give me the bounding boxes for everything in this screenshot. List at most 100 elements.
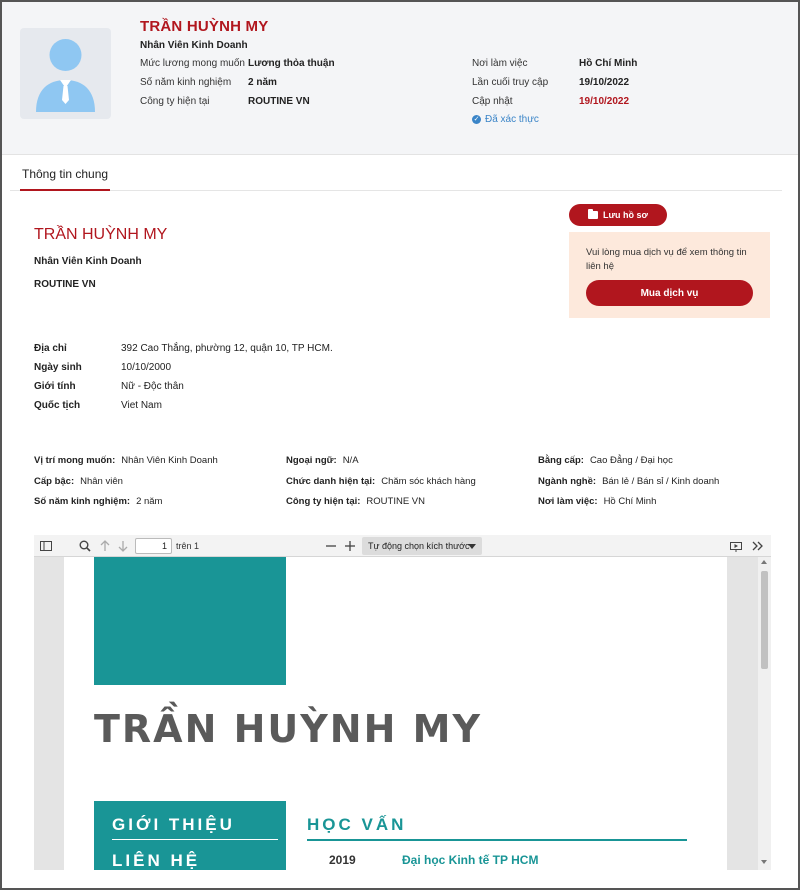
detail-degree: Bằng cấp: Cao Đẳng / Đại học [538, 455, 673, 466]
header-field-salary: Mức lương mong muốn [140, 58, 245, 69]
avatar [20, 28, 111, 119]
detail-label: Ngoại ngữ: [286, 455, 337, 466]
info-value: Nữ - Độc thân [121, 381, 184, 392]
detail-value: Nhân Viên Kinh Doanh [121, 455, 218, 466]
page-count-label: trên 1 [176, 541, 200, 551]
notice-text: Vui lòng mua dịch vụ để xem thông tin li… [586, 247, 747, 272]
cv-about-heading: GIỚI THIỆU [112, 815, 235, 834]
page-number-input[interactable]: 1 [135, 538, 172, 554]
pdf-page: TRẦN HUỲNH MY GIỚI THIỆU LIÊN HỆ HỌC VẤN… [64, 557, 727, 870]
pdf-toolbar: 1 trên 1 Tự động chọn kích thước [34, 535, 771, 557]
divider [307, 839, 687, 841]
profile-job-title: Nhân Viên Kinh Doanh [34, 256, 142, 267]
detail-value: Chăm sóc khách hàng [381, 476, 476, 487]
header-name: TRẦN HUỲNH MY [140, 18, 269, 35]
chevron-down-icon [468, 544, 476, 549]
cv-contact-heading: LIÊN HỆ [112, 851, 201, 870]
check-circle-icon: ✓ [472, 115, 481, 124]
detail-current-title: Chức danh hiện tại: Chăm sóc khách hàng [286, 476, 476, 487]
detail-label: Bằng cấp: [538, 455, 584, 466]
detail-label: Chức danh hiện tại: [286, 476, 376, 487]
info-label: Ngày sinh [34, 362, 82, 373]
cv-education-heading: HỌC VẤN [307, 815, 407, 834]
detail-work-location: Nơi làm việc: Hồ Chí Minh [538, 496, 656, 507]
minus-icon[interactable] [324, 538, 338, 554]
sidebar-toggle-icon[interactable] [38, 538, 54, 554]
arrow-up-icon[interactable] [98, 538, 112, 554]
field-value: 2 năm [248, 77, 277, 88]
buy-service-button[interactable]: Mua dịch vụ [586, 280, 753, 306]
field-value: Lương thỏa thuận [248, 58, 335, 69]
verified-badge: ✓ Đã xác thực [472, 114, 539, 125]
cv-sidebar: GIỚI THIỆU LIÊN HỆ [94, 801, 286, 870]
field-value: ROUTINE VN [248, 96, 310, 107]
detail-industry: Ngành nghề: Bán lẻ / Bán sỉ / Kinh doanh [538, 476, 719, 487]
detail-label: Công ty hiện tại: [286, 496, 361, 507]
field-value-updated: 19/10/2022 [579, 96, 630, 107]
detail-label: Nơi làm việc: [538, 496, 598, 507]
presentation-icon[interactable] [728, 538, 744, 554]
info-value: 392 Cao Thắng, phường 12, quận 10, TP HC… [121, 343, 333, 354]
tab-general-info[interactable]: Thông tin chung [20, 167, 111, 191]
field-label: Cập nhật [472, 96, 513, 107]
header-field-company: Công ty hiện tại [140, 96, 210, 107]
detail-desired-position: Vị trí mong muốn: Nhân Viên Kinh Doanh [34, 455, 218, 466]
detail-label: Số năm kinh nghiệm: [34, 496, 131, 507]
profile-header: TRẦN HUỲNH MY Nhân Viên Kinh Doanh Mức l… [2, 2, 798, 155]
zoom-select[interactable]: Tự động chọn kích thước [362, 537, 482, 555]
app-frame: TRẦN HUỲNH MY Nhân Viên Kinh Doanh Mức l… [0, 0, 800, 890]
field-label: Công ty hiện tại [140, 96, 210, 107]
plus-icon[interactable] [343, 538, 357, 554]
detail-value: ROUTINE VN [366, 496, 426, 507]
info-label: Địa chỉ [34, 343, 67, 354]
user-avatar-icon [36, 39, 95, 112]
detail-value: Nhân viên [80, 476, 123, 487]
detail-label: Ngành nghề: [538, 476, 597, 487]
header-field-experience: Số năm kinh nghiệm [140, 77, 231, 88]
header-job-title: Nhân Viên Kinh Doanh [140, 40, 248, 51]
tab-bar: Thông tin chung [10, 157, 782, 191]
education-year: 2019 [329, 853, 356, 867]
detail-value: Hồ Chí Minh [603, 496, 657, 507]
save-profile-button[interactable]: Lưu hồ sơ [569, 204, 667, 226]
arrow-down-icon[interactable] [116, 538, 130, 554]
detail-language: Ngoại ngữ: N/A [286, 455, 359, 466]
detail-value: 2 năm [136, 496, 163, 507]
double-chevron-right-icon[interactable] [750, 538, 766, 554]
profile-company: ROUTINE VN [34, 279, 96, 290]
detail-current-company: Công ty hiện tại: ROUTINE VN [286, 496, 425, 507]
zoom-select-value: Tự động chọn kích thước [368, 541, 470, 551]
detail-value: N/A [342, 455, 359, 466]
cv-name: TRẦN HUỲNH MY [94, 707, 482, 751]
detail-label: Cấp bậc: [34, 476, 75, 487]
detail-label: Vị trí mong muốn: [34, 455, 116, 466]
profile-name: TRẦN HUỲNH MY [34, 226, 168, 243]
divider [112, 839, 278, 840]
pdf-viewer: 1 trên 1 Tự động chọn kích thước TRẦN HU… [34, 535, 771, 870]
save-profile-label: Lưu hồ sơ [603, 210, 648, 220]
detail-value: Bán lẻ / Bán sỉ / Kinh doanh [602, 476, 720, 487]
info-value: 10/10/2000 [121, 362, 172, 373]
info-label: Giới tính [34, 381, 76, 392]
detail-value: Cao Đẳng / Đại học [589, 455, 673, 466]
field-label: Lần cuối truy cập [472, 77, 549, 88]
detail-experience: Số năm kinh nghiệm: 2 năm [34, 496, 162, 507]
scroll-up-arrow-icon[interactable] [761, 560, 767, 564]
contact-notice: Vui lòng mua dịch vụ để xem thông tin li… [569, 232, 770, 318]
field-label: Nơi làm việc [472, 58, 528, 69]
education-school: Đại học Kinh tế TP HCM [402, 853, 539, 867]
field-label: Mức lương mong muốn [140, 58, 245, 69]
scroll-down-arrow-icon[interactable] [761, 860, 767, 864]
folder-icon [588, 209, 599, 219]
info-value: Viet Nam [121, 400, 162, 411]
scroll-thumb[interactable] [761, 571, 768, 669]
field-value: Hồ Chí Minh [579, 58, 638, 69]
pdf-scrollbar[interactable] [758, 557, 771, 870]
verified-label: Đã xác thực [485, 114, 539, 125]
info-label: Quốc tịch [34, 400, 81, 411]
cv-header-block [94, 557, 286, 685]
search-icon[interactable] [77, 538, 93, 554]
field-value: 19/10/2022 [579, 77, 630, 88]
detail-level: Cấp bậc: Nhân viên [34, 476, 123, 487]
field-label: Số năm kinh nghiệm [140, 77, 232, 88]
